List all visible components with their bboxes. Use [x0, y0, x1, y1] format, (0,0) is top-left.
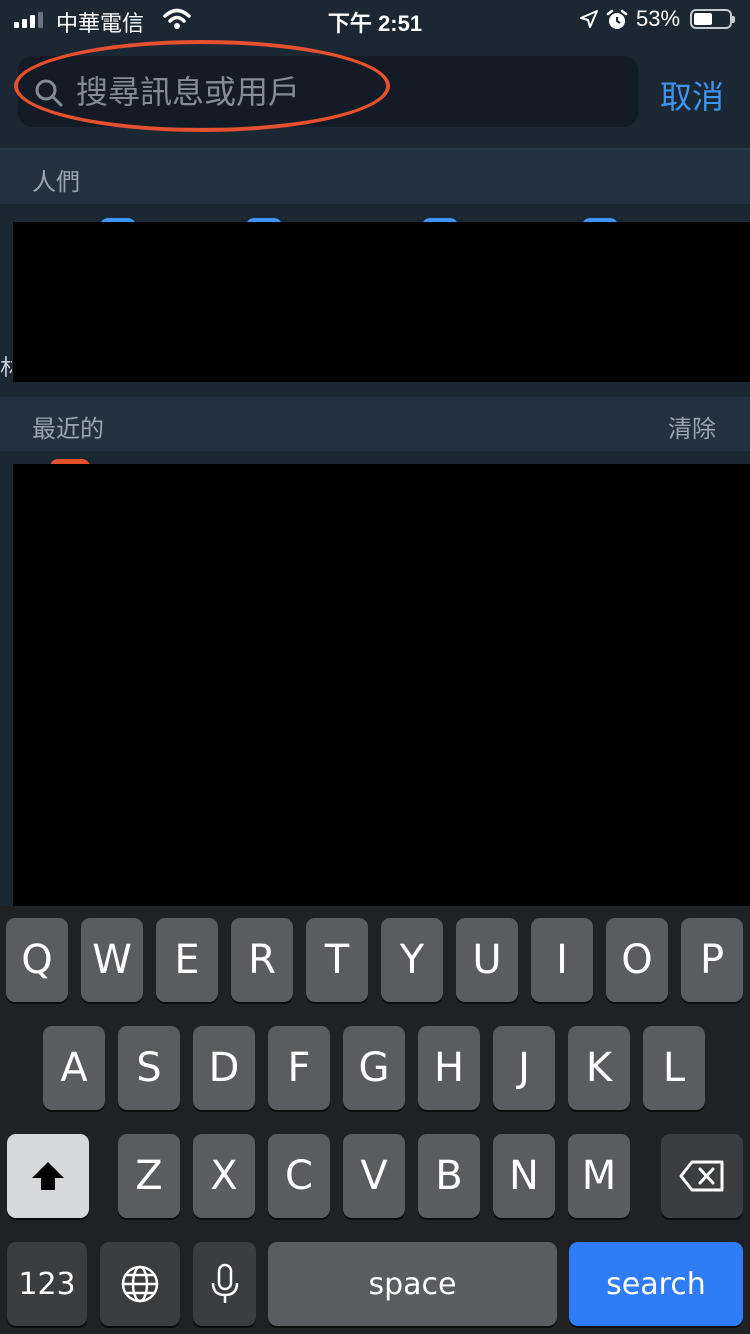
key-c[interactable]: C [268, 1134, 330, 1218]
redacted-people-list [13, 222, 750, 382]
recent-section-title: 最近的 [32, 415, 104, 443]
battery-percent: 53% [636, 6, 681, 31]
key-i[interactable]: I [531, 918, 593, 1002]
key-q[interactable]: Q [6, 918, 68, 1002]
key-k[interactable]: K [568, 1026, 630, 1110]
backspace-key[interactable] [661, 1134, 743, 1218]
shift-icon [32, 1162, 64, 1190]
microphone-icon [211, 1263, 238, 1303]
globe-icon [121, 1265, 159, 1303]
key-r[interactable]: R [231, 918, 293, 1002]
location-icon [580, 10, 598, 28]
key-d[interactable]: D [193, 1026, 255, 1110]
key-n[interactable]: N [493, 1134, 555, 1218]
backspace-icon [679, 1160, 724, 1192]
search-bar[interactable] [18, 56, 638, 127]
search-key[interactable]: search [569, 1242, 743, 1326]
keyboard: QWERTYUIOP ASDFGHJKL ZXCVBNM 123 space s… [0, 906, 750, 1334]
key-b[interactable]: B [418, 1134, 480, 1218]
cancel-button[interactable]: 取消 [660, 72, 724, 118]
key-o[interactable]: O [606, 918, 668, 1002]
key-m[interactable]: M [568, 1134, 630, 1218]
truncated-contact-name: 林 [0, 356, 12, 381]
key-g[interactable]: G [343, 1026, 405, 1110]
recent-section-header: 最近的 清除 [0, 397, 750, 451]
key-x[interactable]: X [193, 1134, 255, 1218]
shift-key[interactable] [7, 1134, 89, 1218]
key-e[interactable]: E [156, 918, 218, 1002]
status-bar: 中華電信 下午 2:51 53% [0, 0, 750, 40]
battery-icon [690, 9, 735, 29]
alarm-icon [606, 9, 628, 29]
key-s[interactable]: S [118, 1026, 180, 1110]
globe-key[interactable] [100, 1242, 180, 1326]
key-p[interactable]: P [681, 918, 743, 1002]
space-key[interactable]: space [268, 1242, 557, 1326]
microphone-key[interactable] [193, 1242, 256, 1326]
key-w[interactable]: W [81, 918, 143, 1002]
key-j[interactable]: J [493, 1026, 555, 1110]
key-t[interactable]: T [306, 918, 368, 1002]
key-h[interactable]: H [418, 1026, 480, 1110]
key-y[interactable]: Y [381, 918, 443, 1002]
key-v[interactable]: V [343, 1134, 405, 1218]
battery-level [694, 13, 712, 25]
people-section-title: 人們 [32, 168, 80, 196]
redacted-recent-list [13, 464, 750, 906]
people-section-header: 人們 [0, 150, 750, 204]
key-z[interactable]: Z [118, 1134, 180, 1218]
numbers-key[interactable]: 123 [7, 1242, 87, 1326]
search-input[interactable] [76, 56, 616, 127]
search-icon [35, 79, 63, 107]
clear-button[interactable]: 清除 [668, 409, 716, 444]
key-u[interactable]: U [456, 918, 518, 1002]
key-f[interactable]: F [268, 1026, 330, 1110]
key-l[interactable]: L [643, 1026, 705, 1110]
key-a[interactable]: A [43, 1026, 105, 1110]
